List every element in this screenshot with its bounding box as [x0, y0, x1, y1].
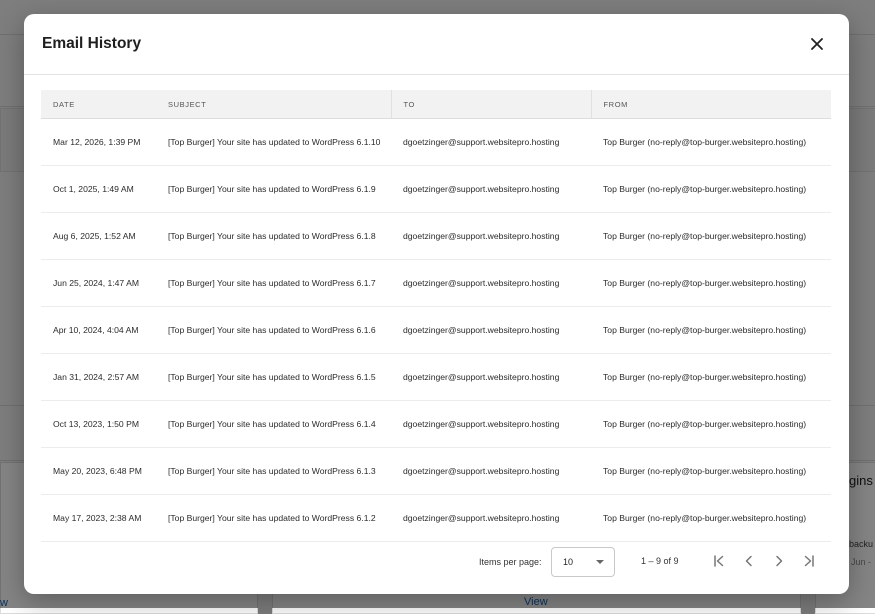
table-row[interactable]: May 17, 2023, 2:38 AM [Top Burger] Your … [41, 494, 831, 542]
cell-subject: [Top Burger] Your site has updated to Wo… [156, 212, 391, 260]
dialog-title: Email History [42, 35, 142, 52]
close-icon [811, 38, 823, 50]
next-page-button[interactable] [769, 551, 789, 571]
cell-date: Jan 31, 2024, 2:57 AM [41, 353, 156, 401]
cell-subject: [Top Burger] Your site has updated to Wo… [156, 165, 391, 213]
cell-to: dgoetzinger@support.websitepro.hosting [391, 118, 591, 166]
column-header-subject: SUBJECT [156, 90, 392, 119]
cell-from: Top Burger (no-reply@top-burger.websitep… [591, 494, 831, 542]
cell-date: May 17, 2023, 2:38 AM [41, 494, 156, 542]
previous-page-button[interactable] [739, 551, 759, 571]
cell-date: Jun 25, 2024, 1:47 AM [41, 259, 156, 307]
table-row[interactable]: Apr 10, 2024, 4:04 AM [Top Burger] Your … [41, 306, 831, 354]
table-row[interactable]: Aug 6, 2025, 1:52 AM [Top Burger] Your s… [41, 212, 831, 260]
items-per-page-label: Items per page: [479, 557, 542, 567]
cell-to: dgoetzinger@support.websitepro.hosting [391, 165, 591, 213]
next-page-icon [776, 555, 783, 567]
last-page-icon [804, 555, 814, 567]
cell-to: dgoetzinger@support.websitepro.hosting [391, 259, 591, 307]
cell-from: Top Burger (no-reply@top-burger.websitep… [591, 165, 831, 213]
cell-date: May 20, 2023, 6:48 PM [41, 447, 156, 495]
email-history-dialog: Email History DATE SUBJECT TO FROM Mar 1… [24, 14, 849, 594]
cell-date: Oct 1, 2025, 1:49 AM [41, 165, 156, 213]
column-header-date: DATE [41, 90, 156, 119]
cell-subject: [Top Burger] Your site has updated to Wo… [156, 259, 391, 307]
column-header-to: TO [391, 90, 592, 119]
cell-from: Top Burger (no-reply@top-burger.websitep… [591, 306, 831, 354]
dropdown-arrow-icon [596, 560, 604, 564]
last-page-button[interactable] [799, 551, 819, 571]
cell-from: Top Burger (no-reply@top-burger.websitep… [591, 447, 831, 495]
cell-to: dgoetzinger@support.websitepro.hosting [391, 400, 591, 448]
items-per-page-select[interactable]: 10 [551, 547, 615, 577]
first-page-button[interactable] [709, 551, 729, 571]
cell-subject: [Top Burger] Your site has updated to Wo… [156, 353, 391, 401]
close-button[interactable] [807, 34, 827, 54]
cell-subject: [Top Burger] Your site has updated to Wo… [156, 118, 391, 166]
cell-date: Apr 10, 2024, 4:04 AM [41, 306, 156, 354]
cell-from: Top Burger (no-reply@top-burger.websitep… [591, 353, 831, 401]
cell-subject: [Top Burger] Your site has updated to Wo… [156, 306, 391, 354]
email-history-table-container[interactable]: DATE SUBJECT TO FROM Mar 12, 2026, 1:39 … [41, 90, 831, 545]
column-header-from: FROM [591, 90, 831, 119]
cell-date: Aug 6, 2025, 1:52 AM [41, 212, 156, 260]
table-row[interactable]: Jan 31, 2024, 2:57 AM [Top Burger] Your … [41, 353, 831, 401]
cell-from: Top Burger (no-reply@top-burger.websitep… [591, 212, 831, 260]
cell-from: Top Burger (no-reply@top-burger.websitep… [591, 259, 831, 307]
page-range-label: 1 – 9 of 9 [641, 556, 679, 566]
cell-subject: [Top Burger] Your site has updated to Wo… [156, 400, 391, 448]
first-page-icon [714, 555, 724, 567]
cell-from: Top Burger (no-reply@top-burger.websitep… [591, 118, 831, 166]
table-row[interactable]: Mar 12, 2026, 1:39 PM [Top Burger] Your … [41, 118, 831, 166]
cell-from: Top Burger (no-reply@top-burger.websitep… [591, 400, 831, 448]
items-per-page-value: 10 [563, 557, 574, 567]
cell-to: dgoetzinger@support.websitepro.hosting [391, 494, 591, 542]
cell-to: dgoetzinger@support.websitepro.hosting [391, 306, 591, 354]
email-history-table: DATE SUBJECT TO FROM Mar 12, 2026, 1:39 … [41, 90, 831, 542]
cell-date: Oct 13, 2023, 1:50 PM [41, 400, 156, 448]
paginator: Items per page: 10 1 – 9 of 9 [24, 545, 849, 593]
table-row[interactable]: Jun 25, 2024, 1:47 AM [Top Burger] Your … [41, 259, 831, 307]
cell-subject: [Top Burger] Your site has updated to Wo… [156, 447, 391, 495]
cell-to: dgoetzinger@support.websitepro.hosting [391, 212, 591, 260]
cell-to: dgoetzinger@support.websitepro.hosting [391, 447, 591, 495]
dialog-header: Email History [24, 14, 849, 75]
table-row[interactable]: May 20, 2023, 6:48 PM [Top Burger] Your … [41, 447, 831, 495]
cell-to: dgoetzinger@support.websitepro.hosting [391, 353, 591, 401]
cell-subject: [Top Burger] Your site has updated to Wo… [156, 494, 391, 542]
table-row[interactable]: Oct 1, 2025, 1:49 AM [Top Burger] Your s… [41, 165, 831, 213]
cell-date: Mar 12, 2026, 1:39 PM [41, 118, 156, 166]
previous-page-icon [745, 555, 752, 567]
table-row[interactable]: Oct 13, 2023, 1:50 PM [Top Burger] Your … [41, 400, 831, 448]
table-header-row: DATE SUBJECT TO FROM [41, 90, 831, 119]
